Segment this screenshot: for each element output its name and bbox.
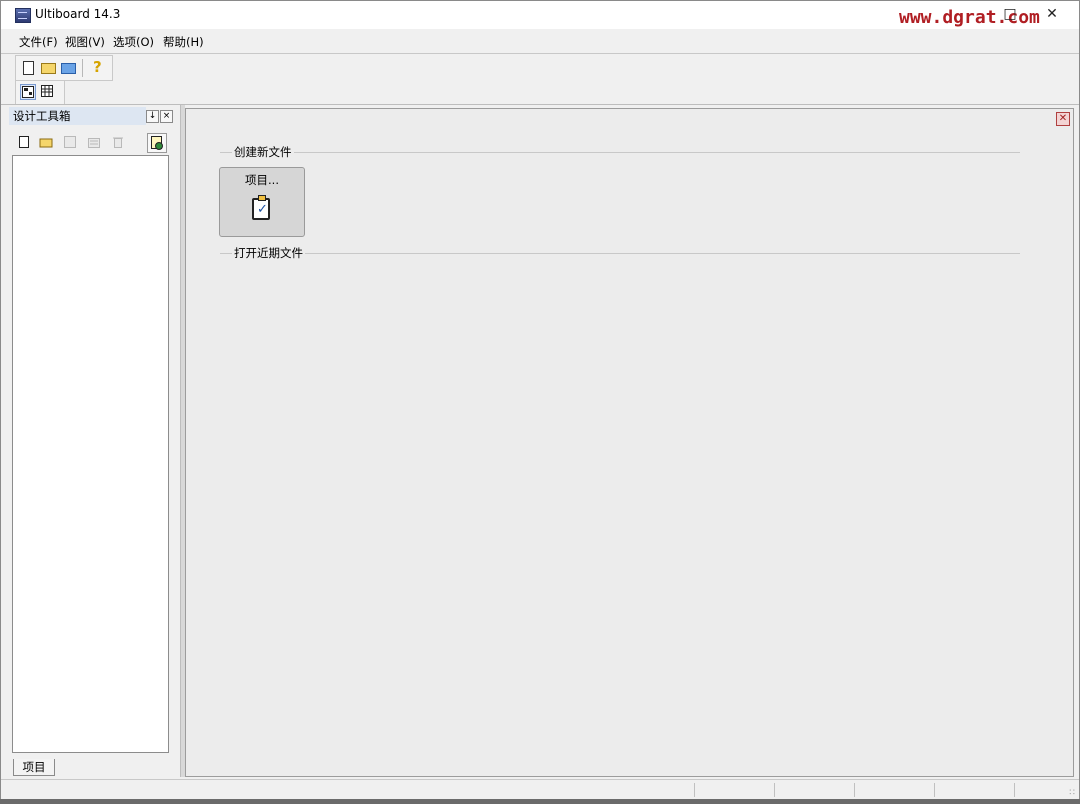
create-section-label: 创建新文件 [232,144,294,160]
window-title: Ultiboard 14.3 [35,7,121,21]
status-separator [774,783,775,797]
toolbox-title: 设计工具箱 [9,107,146,125]
delete-icon[interactable] [111,135,125,149]
clipboard-icon: ✓ [252,195,270,220]
open-project-icon[interactable] [60,59,76,75]
section-divider [220,253,1020,254]
app-window: Ultiboard 14.3 www.dgrat.com □ ✕ 文件(F) 视… [0,0,1080,800]
start-page: ✕ 创建新文件 项目... ✓ 打开近期文件 [185,108,1074,777]
toolbox-toolbar [11,131,171,155]
restore-button[interactable]: □ [1001,5,1019,23]
menu-file[interactable]: 文件(F) [19,34,58,50]
open-icon[interactable] [39,135,53,149]
status-separator [934,783,935,797]
menu-view[interactable]: 视图(V) [65,34,105,50]
help-icon[interactable]: ? [90,58,106,76]
spreadsheet-view-icon[interactable] [40,84,56,100]
app-icon [15,8,31,23]
toolbar-separator [82,59,83,77]
close-button[interactable]: ✕ [1043,5,1061,23]
menu-bar: 文件(F) 视图(V) 选项(O) 帮助(H) [1,29,1079,54]
project-tree[interactable] [12,155,169,753]
create-section: 创建新文件 [220,144,1020,160]
menu-help[interactable]: 帮助(H) [163,34,204,50]
layout-view-icon[interactable] [20,84,36,100]
save-icon[interactable] [63,135,77,149]
status-separator [694,783,695,797]
menu-options[interactable]: 选项(O) [113,34,154,50]
new-project-label: 项目... [245,173,279,187]
tab-project[interactable]: 项目 [13,759,55,776]
new-file-icon[interactable] [20,59,36,75]
layout-icon[interactable] [147,133,167,153]
open-folder-icon[interactable] [40,59,56,75]
resize-grip-icon[interactable]: ∷ [1069,788,1075,798]
view-toolbar [15,80,65,105]
pin-button[interactable]: ↓ [146,110,159,123]
status-separator [854,783,855,797]
new-icon[interactable] [17,135,31,149]
title-bar: Ultiboard 14.3 www.dgrat.com □ ✕ [1,1,1079,29]
recent-section-label: 打开近期文件 [232,245,305,261]
desktop-background [0,799,1080,804]
status-bar: ∷ [1,779,1079,799]
main-toolbar: ? [15,55,113,81]
new-project-button[interactable]: 项目... ✓ [219,167,305,237]
section-divider [220,152,1020,153]
recent-section: 打开近期文件 [220,245,1020,261]
toolbox-close-button[interactable]: × [160,110,173,123]
properties-icon[interactable] [87,135,101,149]
toolbar-divider [1,104,1079,105]
design-toolbox-panel: 设计工具箱 ↓ × 项目 [9,107,174,777]
status-separator [1014,783,1015,797]
close-icon[interactable]: ✕ [1056,112,1070,126]
